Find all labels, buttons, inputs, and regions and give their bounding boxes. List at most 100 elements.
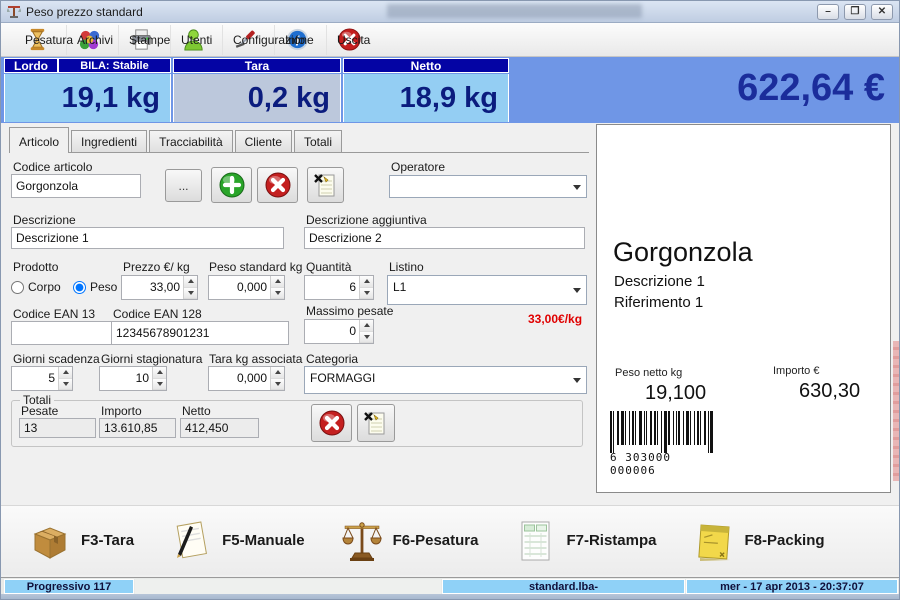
- label-description-line: Descrizione 1: [614, 273, 705, 290]
- radio-peso[interactable]: Peso: [73, 280, 117, 294]
- spinner-arrows[interactable]: [152, 367, 166, 390]
- close-button[interactable]: ✕: [871, 4, 893, 20]
- quantita-label: Quantità: [306, 260, 351, 274]
- label-preview-panel: Gorgonzola Descrizione 1 Riferimento 1 P…: [596, 124, 891, 493]
- box-icon: [27, 518, 73, 564]
- layout-file-status: standard.lba-: [442, 579, 685, 594]
- print-totals-label-button[interactable]: [357, 404, 395, 442]
- prezzo-spinner[interactable]: 33,00: [121, 275, 198, 300]
- delete-icon: [318, 409, 346, 437]
- unit-price-display: 33,00€/kg: [528, 312, 582, 326]
- datetime-status: mer - 17 apr 2013 - 20:37:07: [686, 579, 898, 594]
- giorni-stagionatura-value: 10: [100, 367, 152, 390]
- toolbar-item-pesatura[interactable]: Pesatura: [15, 25, 67, 55]
- quantita-spinner[interactable]: 6: [304, 275, 374, 300]
- f7-ristampa-button[interactable]: F7-Ristampa: [512, 518, 656, 564]
- netto-total-field: [180, 418, 259, 438]
- listino-select[interactable]: L1: [387, 275, 587, 305]
- tab-ingredienti[interactable]: Ingredienti: [71, 130, 147, 152]
- importo-label: Importo: [101, 404, 142, 418]
- peso-standard-value: 0,000: [209, 276, 270, 299]
- ean13-input[interactable]: [11, 321, 112, 345]
- spinner-arrows[interactable]: [359, 276, 373, 299]
- label-product-name: Gorgonzola: [613, 237, 753, 268]
- chevron-down-icon: [573, 288, 581, 293]
- label-peso-value: 19,100: [645, 382, 706, 405]
- lordo-value: 19,1 kg: [4, 74, 171, 122]
- ean13-label: Codice EAN 13: [13, 307, 95, 321]
- tara-header: Tara: [173, 58, 341, 73]
- reset-totals-button[interactable]: [311, 404, 352, 442]
- categoria-value: FORMAGGI: [310, 371, 375, 385]
- f3-tara-button[interactable]: F3-Tara: [27, 518, 134, 564]
- giorni-stagionatura-spinner[interactable]: 10: [99, 366, 167, 391]
- background-window-text: [387, 4, 642, 18]
- spinner-arrows[interactable]: [270, 367, 284, 390]
- minimize-button[interactable]: –: [817, 4, 839, 20]
- corpo-radio-input[interactable]: [11, 281, 24, 294]
- peso-radio-input[interactable]: [73, 281, 86, 294]
- netto-header: Netto: [343, 58, 509, 73]
- spinner-arrows[interactable]: [359, 320, 373, 343]
- function-key-label: F3-Tara: [81, 532, 134, 549]
- pesate-total-field: [19, 418, 96, 438]
- f5-manuale-button[interactable]: F5-Manuale: [168, 518, 305, 564]
- corpo-radio-label: Corpo: [28, 280, 61, 294]
- add-icon: [218, 171, 246, 199]
- peso-standard-label: Peso standard kg: [209, 260, 302, 274]
- operatore-label: Operatore: [391, 160, 445, 174]
- progressivo-status: Progressivo 117: [4, 579, 134, 594]
- massimo-pesate-value: 0: [305, 320, 359, 343]
- label-note-icon: [362, 409, 390, 437]
- function-key-label: F8-Packing: [745, 532, 825, 549]
- browse-button[interactable]: ...: [165, 169, 202, 202]
- toolbar-item-archivi[interactable]: Archivi: [67, 25, 119, 55]
- spinner-arrows[interactable]: [183, 276, 197, 299]
- radio-corpo[interactable]: Corpo: [11, 280, 61, 294]
- tab-totali[interactable]: Totali: [294, 130, 342, 152]
- edit-label-button[interactable]: [307, 167, 344, 203]
- toolbar-label: Pesatura: [25, 33, 73, 47]
- tab-cliente[interactable]: Cliente: [235, 130, 292, 152]
- tara-associata-spinner[interactable]: 0,000: [208, 366, 285, 391]
- giorni-scadenza-spinner[interactable]: 5: [11, 366, 73, 391]
- ean128-label: Codice EAN 128: [113, 307, 202, 321]
- prodotto-label: Prodotto: [13, 260, 58, 274]
- toolbar-label: Archivi: [77, 33, 113, 47]
- scale-status: BILA: Stabile: [58, 58, 171, 73]
- toolbar-label: Utenti: [181, 33, 212, 47]
- tab-articolo[interactable]: Articolo: [9, 127, 69, 153]
- toolbar-item-uscita[interactable]: Uscita: [327, 25, 378, 55]
- spinner-arrows[interactable]: [270, 276, 284, 299]
- f6-pesatura-button[interactable]: F6-Pesatura: [339, 518, 479, 564]
- maximize-button[interactable]: ❐: [844, 4, 866, 20]
- descrizione-input[interactable]: [11, 227, 284, 249]
- toolbar-item-stampe[interactable]: Stampe: [119, 25, 171, 55]
- listino-label: Listino: [389, 260, 424, 274]
- tab-tracciabilita[interactable]: Tracciabilità: [149, 130, 233, 152]
- toolbar-label: Info: [285, 33, 305, 47]
- spinner-arrows[interactable]: [58, 367, 72, 390]
- prezzo-value: 33,00: [122, 276, 183, 299]
- balance-icon: [339, 518, 385, 564]
- operatore-select[interactable]: [389, 175, 587, 198]
- f8-packing-button[interactable]: F8-Packing: [691, 518, 825, 564]
- codice-articolo-input[interactable]: [11, 174, 141, 198]
- massimo-pesate-spinner[interactable]: 0: [304, 319, 374, 344]
- add-article-button[interactable]: [211, 167, 252, 203]
- peso-standard-spinner[interactable]: 0,000: [208, 275, 285, 300]
- toolbar-item-configurazione[interactable]: Configurazione: [223, 25, 275, 55]
- toolbar-item-utenti[interactable]: Utenti: [171, 25, 223, 55]
- prezzo-label: Prezzo €/ kg: [123, 260, 190, 274]
- descrizione-aggiuntiva-input[interactable]: [304, 227, 585, 249]
- delete-article-button[interactable]: [257, 167, 298, 203]
- ean128-input[interactable]: [111, 321, 289, 345]
- chevron-down-icon: [573, 378, 581, 383]
- tab-strip: Articolo Ingredienti Tracciabilità Clien…: [9, 127, 589, 153]
- categoria-select[interactable]: FORMAGGI: [304, 366, 587, 394]
- giorni-stagionatura-label: Giorni stagionatura: [101, 352, 202, 366]
- codice-articolo-label: Codice articolo: [13, 160, 92, 174]
- title-bar[interactable]: Peso prezzo standard – ❐ ✕: [1, 1, 900, 23]
- importo-total-field: [99, 418, 176, 438]
- barcode-digits: 6 303000 000006: [610, 451, 720, 477]
